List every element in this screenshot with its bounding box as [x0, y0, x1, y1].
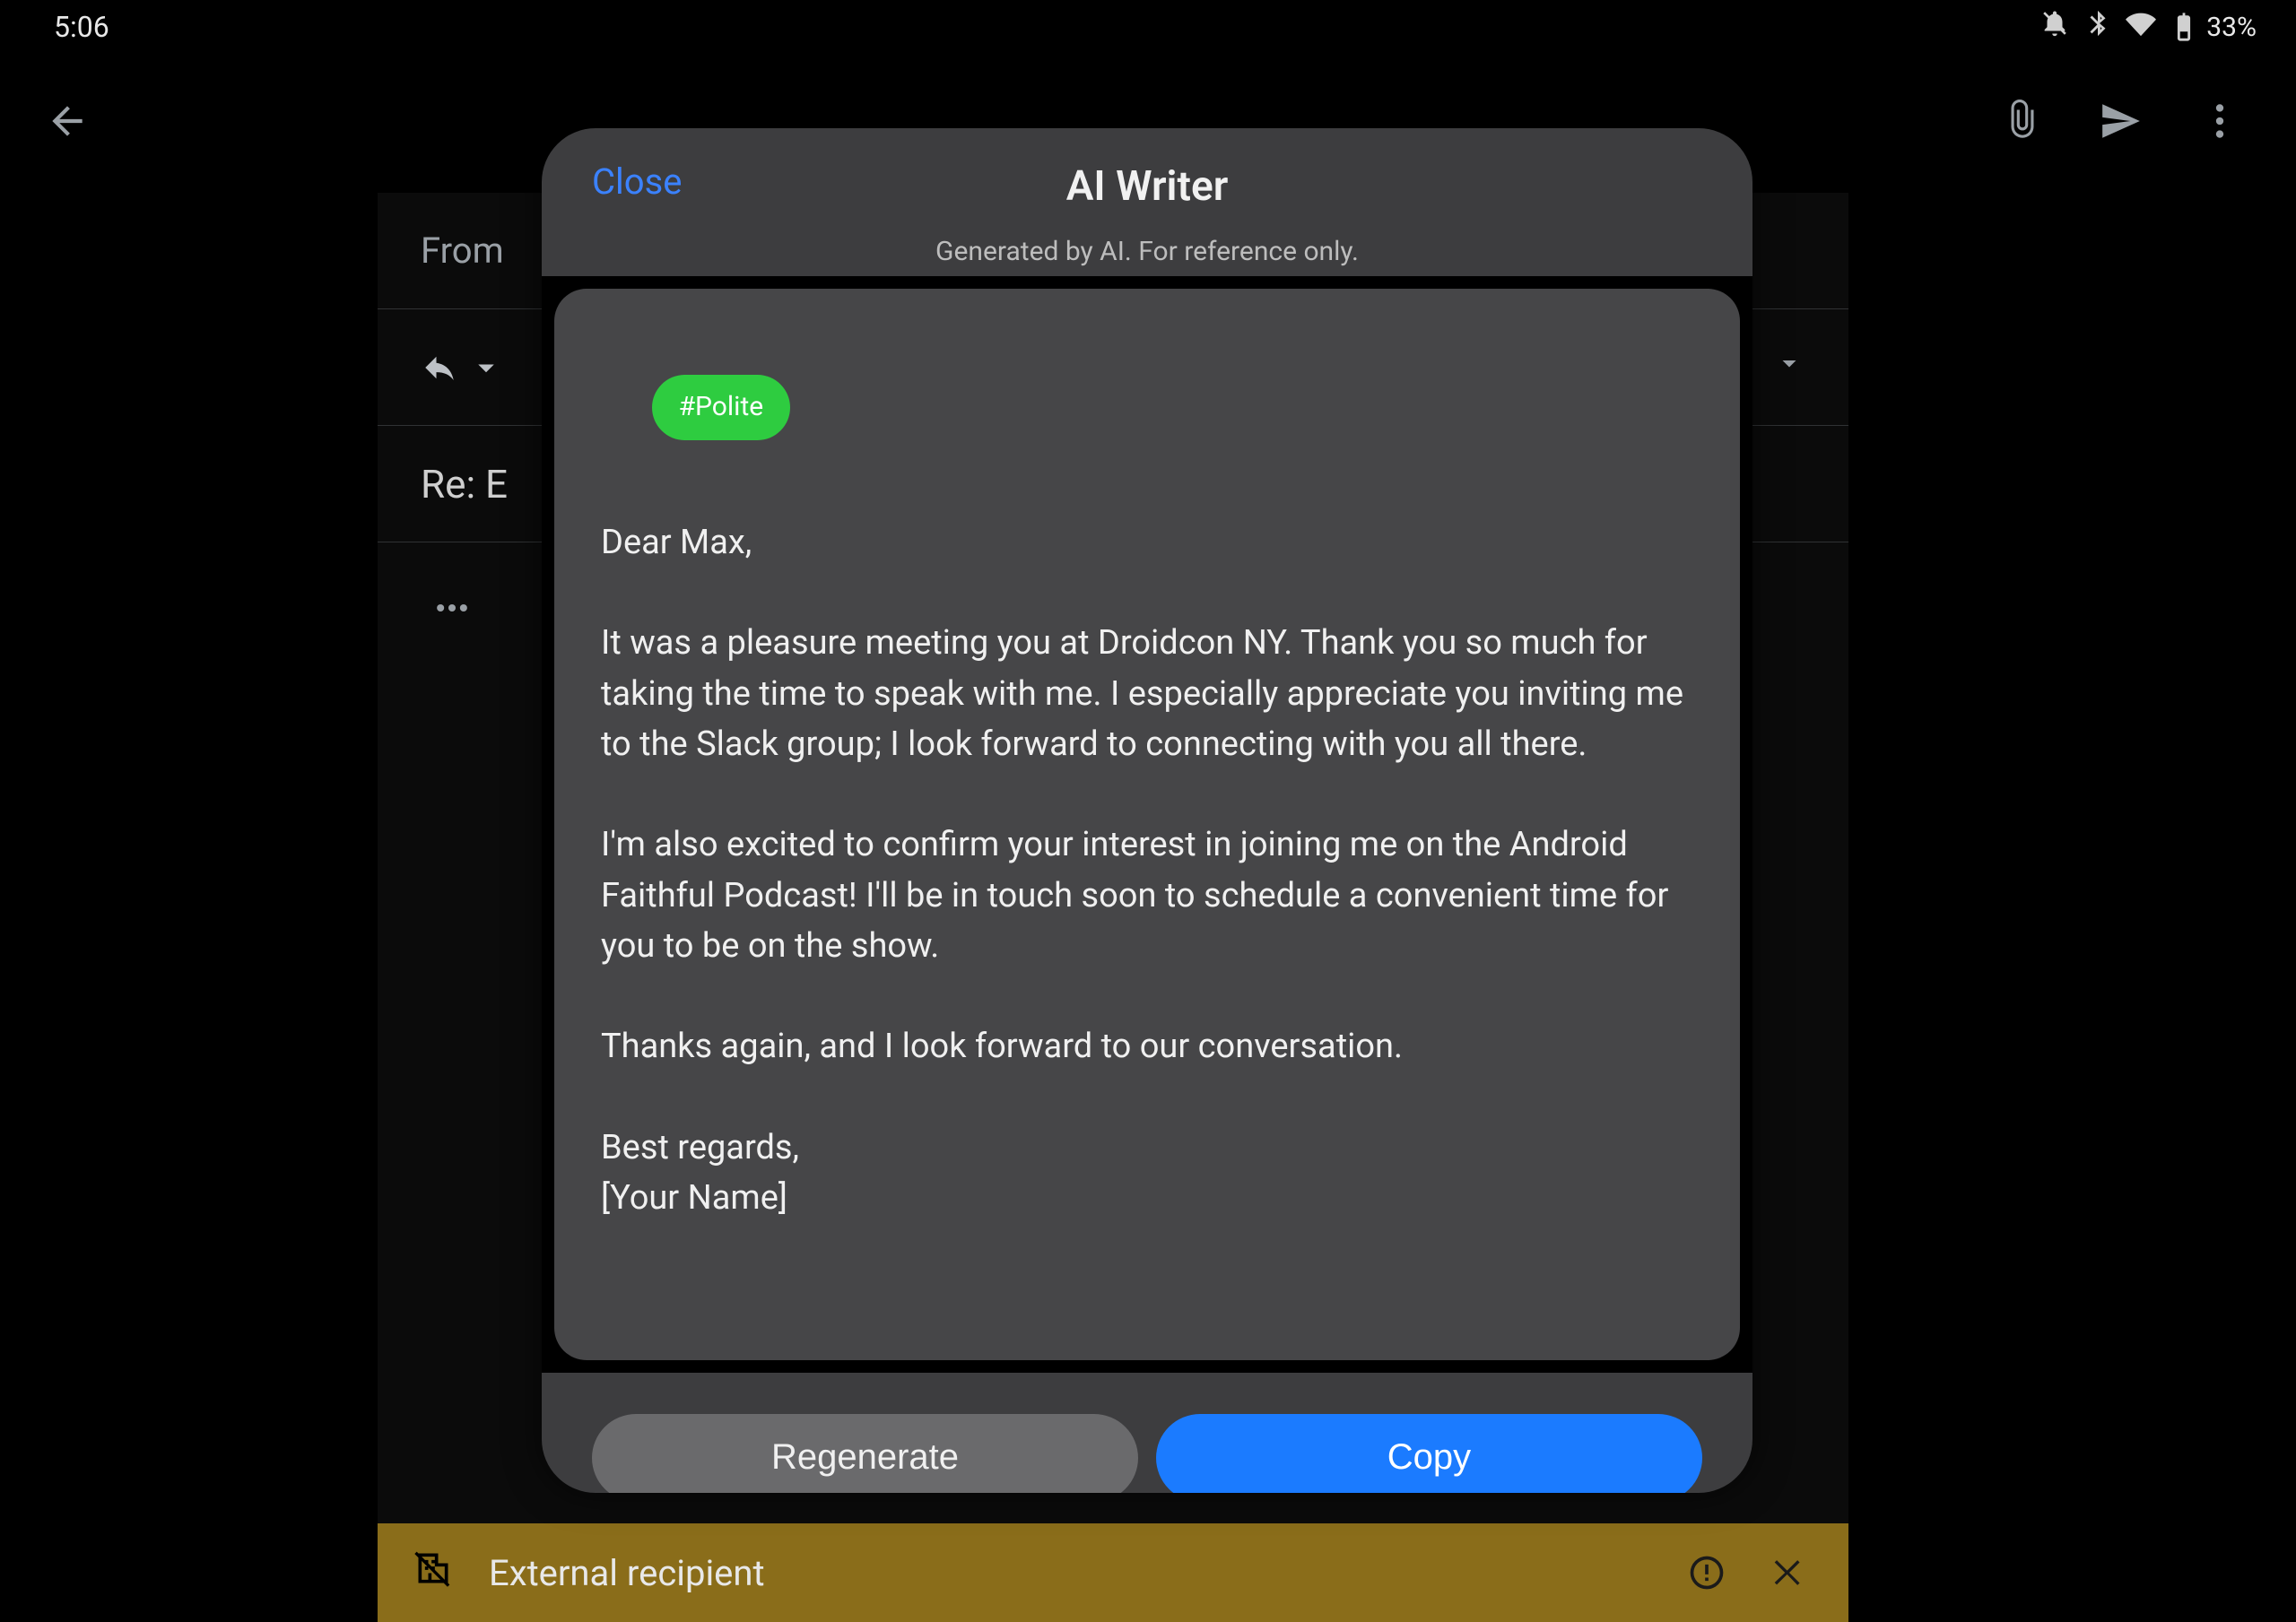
banner-info-button[interactable] — [1683, 1549, 1730, 1596]
banner-close-button[interactable] — [1766, 1549, 1813, 1596]
status-bar: 5:06 33% — [0, 0, 2296, 54]
modal-title: AI Writer — [592, 162, 1702, 211]
reply-indicator[interactable] — [421, 349, 505, 386]
modal-body-wrap: #Polite Dear Max, It was a pleasure meet… — [542, 276, 1752, 1373]
tone-chip[interactable]: #Polite — [652, 375, 791, 439]
status-right-cluster: 33% — [2039, 8, 2257, 46]
modal-subtitle: Generated by AI. For reference only. — [592, 236, 1702, 267]
ai-writer-modal: Close AI Writer Generated by AI. For ref… — [542, 128, 1752, 1493]
external-recipient-banner: External recipient — [378, 1523, 1848, 1622]
modal-footer: Regenerate Copy — [542, 1373, 1752, 1493]
overflow-menu-button[interactable] — [2197, 99, 2242, 143]
battery-percent: 33% — [2206, 12, 2257, 43]
external-recipient-label: External recipient — [489, 1552, 765, 1594]
generated-body-text: Dear Max, It was a pleasure meeting you … — [601, 517, 1693, 1223]
domain-disabled-icon — [413, 1548, 453, 1597]
clock: 5:06 — [54, 10, 109, 44]
battery-indicator: 33% — [2169, 12, 2257, 43]
modal-header: Close AI Writer Generated by AI. For ref… — [542, 128, 1752, 276]
dnd-icon — [2039, 8, 2070, 46]
back-button[interactable] — [45, 99, 90, 143]
from-label: From — [421, 230, 504, 272]
wifi-icon — [2126, 8, 2156, 46]
bluetooth-icon — [2083, 8, 2113, 46]
copy-button[interactable]: Copy — [1156, 1414, 1702, 1493]
send-button[interactable] — [2099, 99, 2144, 143]
generated-text-area[interactable]: #Polite Dear Max, It was a pleasure meet… — [554, 289, 1740, 1360]
subject-text: Re: E — [421, 461, 508, 507]
close-button[interactable]: Close — [592, 160, 682, 203]
attach-button[interactable] — [2000, 99, 2045, 143]
regenerate-button[interactable]: Regenerate — [592, 1414, 1138, 1493]
expand-recipients-button[interactable] — [1773, 346, 1805, 388]
quoted-text-toggle[interactable] — [421, 585, 483, 630]
